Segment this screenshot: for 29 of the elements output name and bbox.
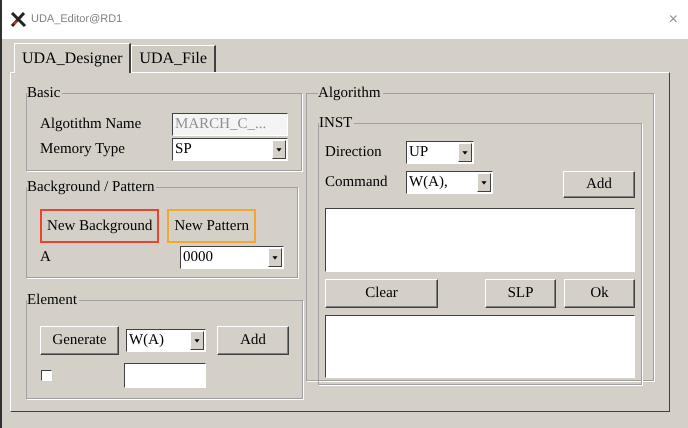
field-label: Memory Type [40, 140, 126, 160]
dropdown[interactable]: SP [172, 138, 288, 161]
new-background-button[interactable]: New Background [40, 209, 160, 243]
app-icon [10, 12, 27, 27]
add-button[interactable]: Add [217, 326, 289, 355]
tab[interactable]: UDA_File [131, 45, 216, 72]
group-label: Background / Pattern [27, 179, 156, 195]
group-label: INST [319, 115, 354, 131]
field-label: Algotithm Name [40, 115, 142, 134]
input-field[interactable] [124, 363, 206, 388]
group-label: Basic [27, 85, 62, 101]
new-pattern-button[interactable]: New Pattern [167, 209, 256, 243]
field-label: Command [325, 173, 388, 192]
add-button[interactable]: Add [563, 171, 635, 198]
generate-button[interactable]: Generate [40, 326, 119, 355]
window-title: UDA_Editor@RD1 [31, 12, 122, 28]
field-label: Direction [325, 143, 383, 162]
slp-button[interactable]: SLP [485, 279, 556, 308]
dropdown[interactable]: 0000 [180, 246, 284, 269]
checkbox[interactable] [41, 370, 52, 381]
group-label: Element [27, 292, 78, 308]
ok-button[interactable]: Ok [564, 279, 635, 308]
field-label: A [40, 248, 51, 268]
dropdown[interactable]: W(A) [126, 329, 206, 352]
group-label: Algorithm [318, 85, 382, 101]
dropdown[interactable]: W(A), [406, 171, 493, 194]
tab[interactable]: UDA_Designer [14, 43, 132, 73]
dropdown[interactable]: UP [406, 141, 474, 164]
clear-button[interactable]: Clear [325, 279, 438, 308]
